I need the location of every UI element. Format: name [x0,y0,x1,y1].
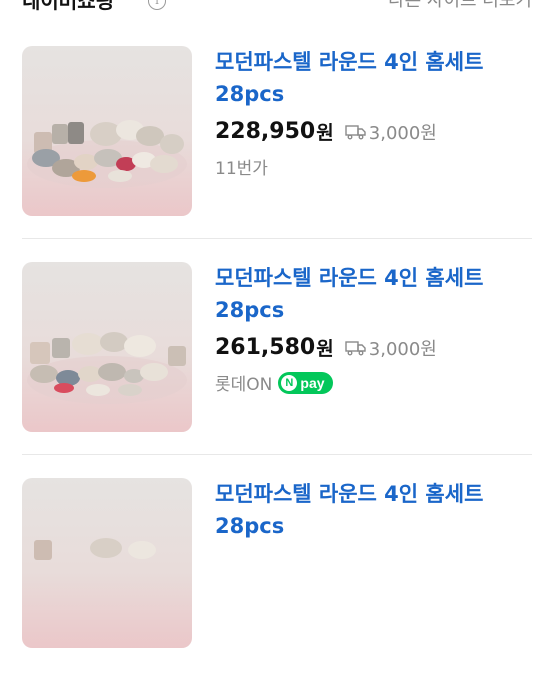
npay-badge: Npay [278,371,333,394]
npay-label: pay [300,374,325,391]
product-image[interactable] [22,262,192,432]
currency-unit: 원 [316,338,334,360]
tableware-photo [22,46,192,216]
tableware-photo [22,478,192,648]
product-price: 228,950 [215,119,316,144]
shipping-fee: 3,000원 [368,338,437,360]
info-icon[interactable]: i [148,0,166,10]
see-other-sites-link[interactable]: 다른 사이트 더보기 [388,0,532,14]
product-name[interactable]: 모던파스텔 라운드 4인 홈세트 28pcs [215,46,535,110]
product-item[interactable]: 모던파스텔 라운드 4인 홈세트 28pcs [0,478,554,678]
truck-icon [345,340,366,355]
tableware-photo [22,262,192,432]
seller-name: 11번가 [215,159,268,179]
product-item[interactable]: 모던파스텔 라운드 4인 홈세트 28pcs 228,950원 3,000원 1… [0,46,554,246]
section-title: 네이버쇼핑 [22,0,114,13]
price-row: 228,950원 3,000원 [215,118,437,148]
product-item[interactable]: 모던파스텔 라운드 4인 홈세트 28pcs 261,580원 3,000원 롯… [0,262,554,462]
product-image[interactable] [22,478,192,648]
product-price: 261,580 [215,335,316,360]
seller-row: 11번가 [215,154,268,180]
seller-row: 롯데ON Npay [215,370,333,396]
currency-unit: 원 [316,122,334,144]
naver-shopping-header: 네이버쇼핑 i 다른 사이트 더보기 [0,0,554,14]
price-row: 261,580원 3,000원 [215,334,437,364]
divider [22,454,532,455]
shipping-fee: 3,000원 [368,122,437,144]
divider [22,238,532,239]
product-name[interactable]: 모던파스텔 라운드 4인 홈세트 28pcs [215,262,535,326]
product-name[interactable]: 모던파스텔 라운드 4인 홈세트 28pcs [215,478,535,542]
npay-n-icon: N [281,374,298,391]
truck-icon [345,124,366,139]
seller-name: 롯데ON [215,375,273,395]
product-image[interactable] [22,46,192,216]
